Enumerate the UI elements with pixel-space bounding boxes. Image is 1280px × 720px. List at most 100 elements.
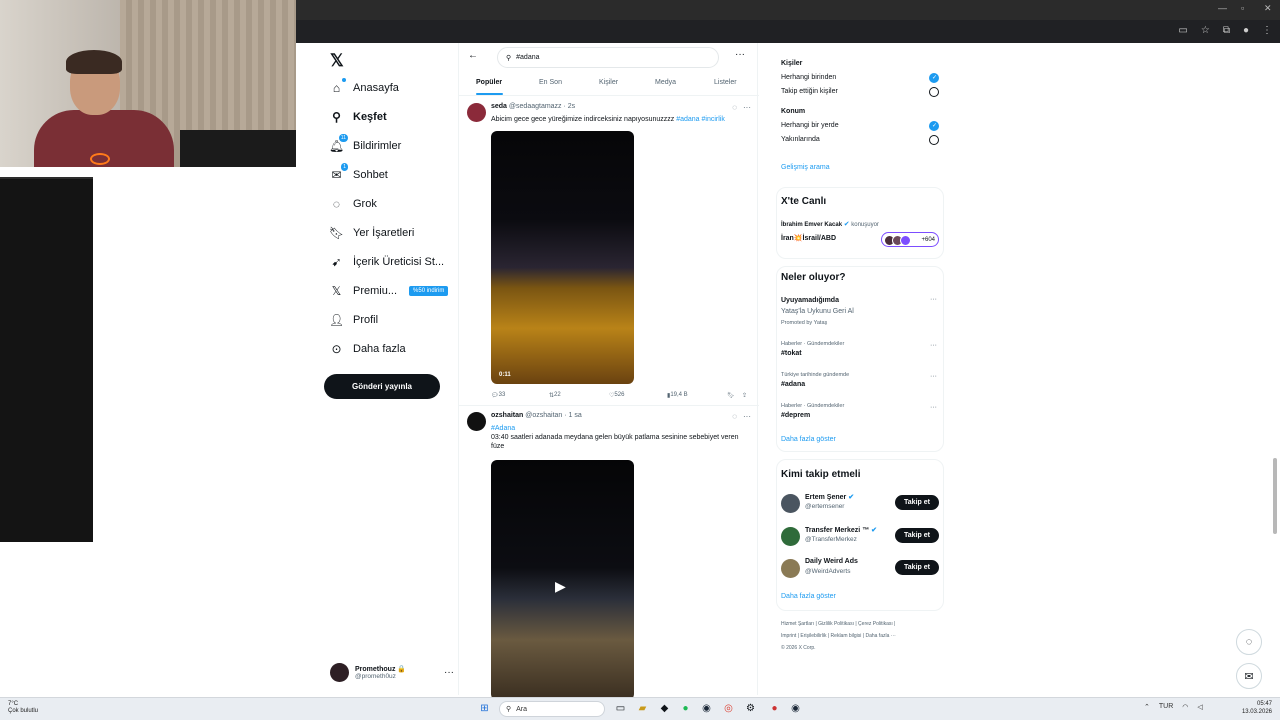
footer-line[interactable]: Hizmet Şartları | Gizlilik Politikası | …	[781, 618, 941, 630]
more-icon[interactable]: ···	[930, 404, 937, 411]
minimize-icon[interactable]: —	[1218, 3, 1227, 13]
settings-icon[interactable]: ⚙	[744, 702, 757, 715]
steam-icon[interactable]: ◉	[789, 702, 802, 715]
radio-unchecked[interactable]	[929, 135, 939, 145]
follow-button[interactable]: Takip et	[895, 495, 939, 510]
more-icon[interactable]: ···	[743, 103, 751, 112]
wifi-icon[interactable]: ◠	[1182, 703, 1188, 711]
filter-option[interactable]: Takip ettiğin kişiler	[781, 88, 838, 95]
more-icon[interactable]: ···	[735, 49, 745, 60]
account-switcher[interactable]: Promethouz 🔒 @prometh0uz ···	[330, 663, 454, 682]
show-more-link[interactable]: Daha fazla göster	[781, 593, 836, 600]
search-input[interactable]: ⚲ #adana	[497, 47, 719, 68]
nav-item-profile[interactable]: 👤︎ Profil	[329, 313, 378, 327]
follow-button[interactable]: Takip et	[895, 528, 939, 543]
trend-name[interactable]: #deprem	[781, 412, 810, 419]
live-topic[interactable]: İran💥İsrail/ABD	[781, 234, 836, 242]
filter-option[interactable]: Yakınlarında	[781, 136, 820, 143]
windows-start-icon[interactable]: ⊞	[478, 702, 491, 715]
post-button[interactable]: Gönderi yayınla	[324, 374, 440, 399]
x-logo-icon[interactable]: 𝕏	[330, 51, 344, 71]
trend-name[interactable]: #tokat	[781, 350, 802, 357]
avatar[interactable]	[781, 527, 800, 546]
promo-name[interactable]: Uyuyamadığımda	[781, 297, 839, 304]
browser-avatar-icon[interactable]: ●	[1243, 25, 1249, 36]
follow-suggestion[interactable]: Daily Weird Ads @WeirdAdverts Takip et	[781, 557, 939, 579]
views-button[interactable]: ▮ 19,4 B	[667, 392, 688, 399]
grok-float-button[interactable]: ◌	[1236, 629, 1262, 655]
reply-button[interactable]: 💬︎ 33	[491, 392, 505, 399]
tab-media[interactable]: Medya	[655, 79, 676, 86]
nav-item-more[interactable]: ⊙ Daha fazla	[330, 342, 405, 356]
clock[interactable]: 05:47 13.03.2026	[1242, 700, 1272, 716]
advanced-search-link[interactable]: Gelişmiş arama	[781, 164, 830, 171]
avatar[interactable]	[781, 494, 800, 513]
more-icon[interactable]: ···	[743, 412, 751, 421]
follow-suggestion[interactable]: Transfer Merkezi ™ ✔ @TransferMerkez Tak…	[781, 525, 939, 547]
play-icon[interactable]: ▶	[555, 578, 566, 595]
tab-latest[interactable]: En Son	[539, 79, 562, 86]
repost-button[interactable]: ⇅ 22	[549, 392, 561, 399]
tweet[interactable]: seda @sedaagtamazz · 2s ◌ ··· Abicim gece…	[467, 103, 751, 403]
tweet-video[interactable]: ▶	[491, 460, 634, 700]
bookmark-icon[interactable]: 🔖︎	[727, 392, 735, 399]
like-button[interactable]: ♡ 526	[609, 392, 624, 399]
avatar[interactable]	[781, 559, 800, 578]
task-view-icon[interactable]: ▭	[614, 702, 627, 715]
taskbar-search[interactable]: ⚲ Ara	[499, 701, 605, 717]
share-icon[interactable]: ⇪	[742, 392, 747, 399]
hashtag-link[interactable]: #Adana	[491, 424, 751, 433]
spotify-icon[interactable]: ●	[679, 702, 692, 715]
nav-item-creator-studio[interactable]: ➹ İçerik Üreticisi St...	[330, 255, 444, 269]
more-icon[interactable]: ···	[930, 373, 937, 380]
nav-item-explore[interactable]: ⚲ Keşfet	[330, 110, 387, 124]
follow-suggestion[interactable]: Ertem Şener ✔ @ertemsener Takip et	[781, 492, 939, 514]
tab-people[interactable]: Kişiler	[599, 79, 618, 86]
radio-unchecked[interactable]	[929, 87, 939, 97]
scrollbar[interactable]	[1273, 458, 1277, 534]
tab-popular[interactable]: Popüler	[476, 79, 502, 86]
live-host-line[interactable]: İbrahim Emver Kacak ✔ konuşuyor	[781, 220, 879, 228]
browser-menu-icon[interactable]: ⋮	[1262, 25, 1272, 36]
volume-icon[interactable]: ◁	[1197, 703, 1202, 711]
app-icon[interactable]: ●	[768, 702, 781, 715]
back-arrow-icon[interactable]: ←	[468, 50, 478, 61]
more-icon[interactable]: ···	[444, 667, 454, 678]
filter-option[interactable]: Herhangi birinden	[781, 74, 836, 81]
radio-checked[interactable]	[929, 73, 939, 83]
app-icon[interactable]: ◆	[658, 702, 671, 715]
messages-float-button[interactable]: ✉	[1236, 663, 1262, 689]
cast-icon[interactable]: ▭	[1178, 25, 1187, 36]
nav-item-bookmarks[interactable]: 🔖︎ Yer İşaretleri	[329, 226, 414, 240]
nav-item-grok[interactable]: ◌ Grok	[330, 197, 377, 211]
live-listeners[interactable]: +604	[881, 232, 939, 247]
nav-item-messages[interactable]: ✉ 1 Sohbet	[330, 163, 388, 182]
lang-indicator[interactable]: TUR	[1159, 703, 1173, 711]
system-tray[interactable]: ⌃ TUR ◠ ◁	[1144, 703, 1203, 711]
nav-item-premium[interactable]: 𝕏 Premiu... %50 indirim	[330, 284, 449, 298]
avatar[interactable]	[467, 412, 486, 431]
steam-icon[interactable]: ◉	[700, 702, 713, 715]
chrome-icon[interactable]: ◎	[722, 702, 735, 715]
avatar[interactable]	[467, 103, 486, 122]
nav-item-home[interactable]: ⌂ Anasayfa	[330, 78, 399, 95]
nav-item-notifications[interactable]: 🔔︎ 11 Bildirimler	[329, 134, 401, 153]
grok-icon[interactable]: ◌	[732, 103, 737, 112]
show-more-link[interactable]: Daha fazla göster	[781, 436, 836, 443]
trend-name[interactable]: #adana	[781, 381, 805, 388]
more-icon[interactable]: ···	[930, 342, 937, 349]
more-icon[interactable]: ···	[930, 296, 937, 303]
tab-lists[interactable]: Listeler	[714, 79, 737, 86]
close-icon[interactable]: ✕	[1264, 3, 1272, 14]
footer-line[interactable]: Imprint | Erişilebilirlik | Reklam bilgi…	[781, 630, 941, 642]
chevron-up-icon[interactable]: ⌃	[1144, 703, 1150, 711]
author-name[interactable]: seda	[491, 103, 507, 110]
radio-checked[interactable]	[929, 121, 939, 131]
tweet-video[interactable]: 0:11	[491, 131, 634, 384]
maximize-icon[interactable]: ▫	[1241, 3, 1244, 13]
filter-option[interactable]: Herhangi bir yerde	[781, 122, 839, 129]
follow-button[interactable]: Takip et	[895, 560, 939, 575]
star-icon[interactable]: ☆	[1201, 25, 1210, 36]
weather-widget[interactable]: 7°C Çok bulutlu	[8, 701, 38, 715]
extensions-icon[interactable]: ⧉	[1223, 25, 1230, 36]
